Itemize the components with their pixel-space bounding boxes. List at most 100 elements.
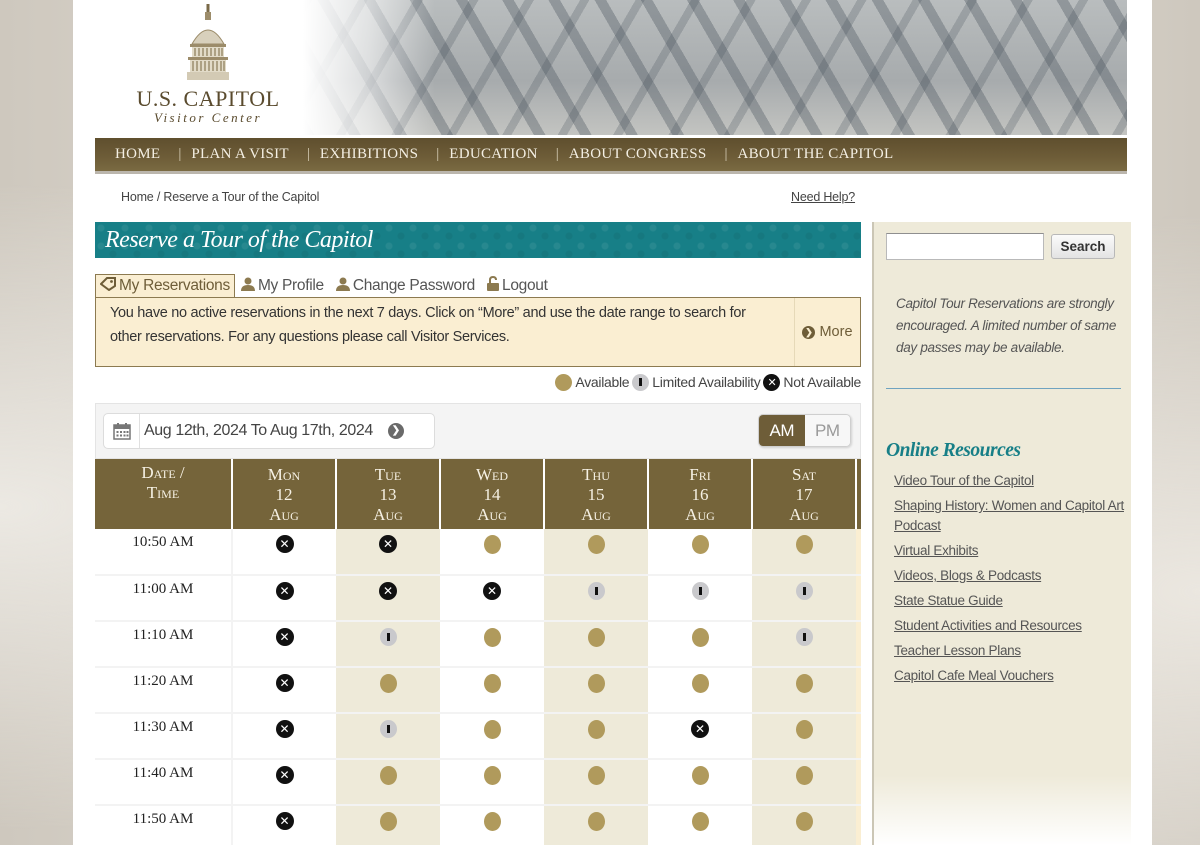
reservation-notice: Capitol Tour Reservations are strongly e… (896, 296, 1117, 355)
day-number: 13 (379, 485, 397, 504)
resource-link-state-statue[interactable]: State Statue Guide (894, 593, 1003, 608)
search-input[interactable] (886, 233, 1044, 260)
available-dot-icon[interactable] (587, 674, 605, 693)
available-dot-icon[interactable] (587, 720, 605, 739)
available-dot-icon[interactable] (483, 720, 501, 739)
availability-legend: Available Limited Availability ✕ Not Ava… (95, 372, 861, 392)
pm-button[interactable]: PM (804, 415, 850, 446)
schedule-row: 11:20 AM ✕ (95, 667, 861, 714)
available-dot-icon[interactable] (795, 720, 813, 739)
limited-dot-icon[interactable] (587, 582, 605, 600)
slot-cell (648, 805, 752, 845)
available-dot-icon[interactable] (587, 535, 605, 554)
x-circle-icon: ✕ (275, 812, 294, 830)
limited-dot-icon[interactable] (691, 582, 709, 600)
header-line: Date / (141, 463, 185, 482)
nav-separator: | (178, 146, 182, 162)
tab-label: Logout (502, 277, 548, 294)
slot-cell: ✕ (232, 575, 336, 622)
available-dot-icon[interactable] (379, 766, 397, 785)
available-dot-icon[interactable] (691, 766, 709, 785)
limited-dot-icon[interactable] (795, 582, 813, 600)
slot-cell: ✕ (232, 621, 336, 668)
calendar-icon (104, 414, 140, 448)
logo-title: U.S. CAPITOL (136, 86, 280, 111)
slot-cell (336, 805, 440, 845)
day-number: 12 (275, 485, 293, 504)
main-content: Reserve a Tour of the Capitol My Reserva… (95, 222, 861, 845)
site-logo[interactable]: U.S. CAPITOL Visitor Center (128, 4, 288, 130)
resource-link-videos-blogs[interactable]: Videos, Blogs & Podcasts (894, 568, 1041, 583)
resource-link-student-activities[interactable]: Student Activities and Resources (894, 618, 1082, 633)
resource-item: Teacher Lesson Plans (894, 641, 1124, 661)
available-dot-icon[interactable] (483, 674, 501, 693)
limited-dot-icon[interactable] (379, 628, 397, 646)
available-dot-icon[interactable] (379, 812, 397, 831)
resource-link-teacher-plans[interactable]: Teacher Lesson Plans (894, 643, 1021, 658)
available-dot-icon[interactable] (795, 766, 813, 785)
resource-link-cafe-vouchers[interactable]: Capitol Cafe Meal Vouchers (894, 668, 1054, 683)
nav-exhibitions[interactable]: EXHIBITIONS (320, 146, 418, 163)
x-circle-icon: ✕ (275, 674, 294, 692)
nav-about-congress[interactable]: ABOUT CONGRESS (569, 146, 707, 163)
resource-link-video-tour[interactable]: Video Tour of the Capitol (894, 473, 1034, 488)
resource-link-virtual-exhibits[interactable]: Virtual Exhibits (894, 543, 979, 558)
slot-cell (544, 575, 648, 622)
available-dot-icon[interactable] (691, 674, 709, 693)
scroll-gutter (856, 621, 861, 668)
x-circle-icon: ✕ (275, 535, 294, 553)
breadcrumb[interactable]: Home / Reserve a Tour of the Capitol (121, 190, 319, 204)
available-dot-icon[interactable] (483, 812, 501, 831)
nav-plan-a-visit[interactable]: PLAN A VISIT (191, 146, 289, 163)
available-dot-icon[interactable] (795, 674, 813, 693)
legend-limited: Limited Availability (632, 373, 761, 391)
tab-label: Change Password (352, 277, 476, 294)
date-range-picker[interactable]: Aug 12th, 2024 To Aug 17th, 2024 ❯ (103, 413, 435, 449)
slot-cell (440, 759, 544, 806)
slot-cell: ✕ (440, 575, 544, 622)
nav-about-the-capitol[interactable]: ABOUT THE CAPITOL (738, 146, 894, 163)
available-dot-icon[interactable] (379, 674, 397, 693)
need-help-link[interactable]: Need Help? (791, 190, 855, 204)
tab-my-reservations[interactable]: My Reservations (95, 274, 235, 297)
tab-my-profile[interactable]: My Profile (240, 275, 324, 297)
limited-dot-icon[interactable] (795, 628, 813, 646)
slot-cell (544, 529, 648, 576)
available-dot-icon[interactable] (587, 812, 605, 831)
available-dot-icon[interactable] (795, 535, 813, 554)
search-button[interactable]: Search (1051, 234, 1115, 259)
available-dot-icon[interactable] (691, 812, 709, 831)
page: U.S. CAPITOL Visitor Center HOME | PLAN … (73, 0, 1152, 845)
tab-change-password[interactable]: Change Password (335, 275, 476, 297)
available-dot-icon[interactable] (587, 766, 605, 785)
am-button[interactable]: AM (759, 415, 805, 446)
available-dot-icon[interactable] (795, 812, 813, 831)
resource-link-shaping-history[interactable]: Shaping History: Women and Capitol Art P… (894, 498, 1124, 533)
schedule-body: 10:50 AM ✕ ✕ 11:00 AM ✕ ✕ ✕ 11:10 AM ✕ 11:20 AM ✕ 1… (95, 529, 861, 845)
available-dot-icon[interactable] (691, 535, 709, 554)
limited-dot-icon[interactable] (379, 720, 397, 738)
schedule-header-row: Date / Time Mon 12 Aug Tue 13 Aug Wed 14 Aug T… (95, 459, 861, 529)
nav-education[interactable]: EDUCATION (449, 146, 538, 163)
tab-logout[interactable]: Logout (487, 275, 548, 297)
x-circle-icon: ✕ (275, 766, 294, 784)
day-month: Aug (269, 505, 299, 524)
more-button[interactable]: ❯ More (794, 298, 860, 366)
schedule-row: 11:40 AM ✕ (95, 759, 861, 806)
time-slot-label: 11:10 AM (95, 621, 233, 668)
available-dot-icon[interactable] (691, 628, 709, 647)
available-dot-icon[interactable] (483, 535, 501, 554)
date-time-header: Date / Time (95, 459, 233, 529)
day-of-week: Mon (267, 465, 301, 484)
available-dot-icon[interactable] (483, 628, 501, 647)
nav-home[interactable]: HOME (115, 146, 160, 163)
resource-item: Virtual Exhibits (894, 541, 1124, 561)
schedule-row: 11:10 AM ✕ (95, 621, 861, 668)
slot-cell (544, 805, 648, 845)
day-of-week: Tue (374, 465, 402, 484)
available-dot-icon[interactable] (587, 628, 605, 647)
legend-label: Not Available (783, 374, 861, 390)
available-dot-icon[interactable] (483, 766, 501, 785)
resource-item: Capitol Cafe Meal Vouchers (894, 666, 1124, 686)
chevron-right-circle-icon[interactable]: ❯ (387, 423, 404, 439)
